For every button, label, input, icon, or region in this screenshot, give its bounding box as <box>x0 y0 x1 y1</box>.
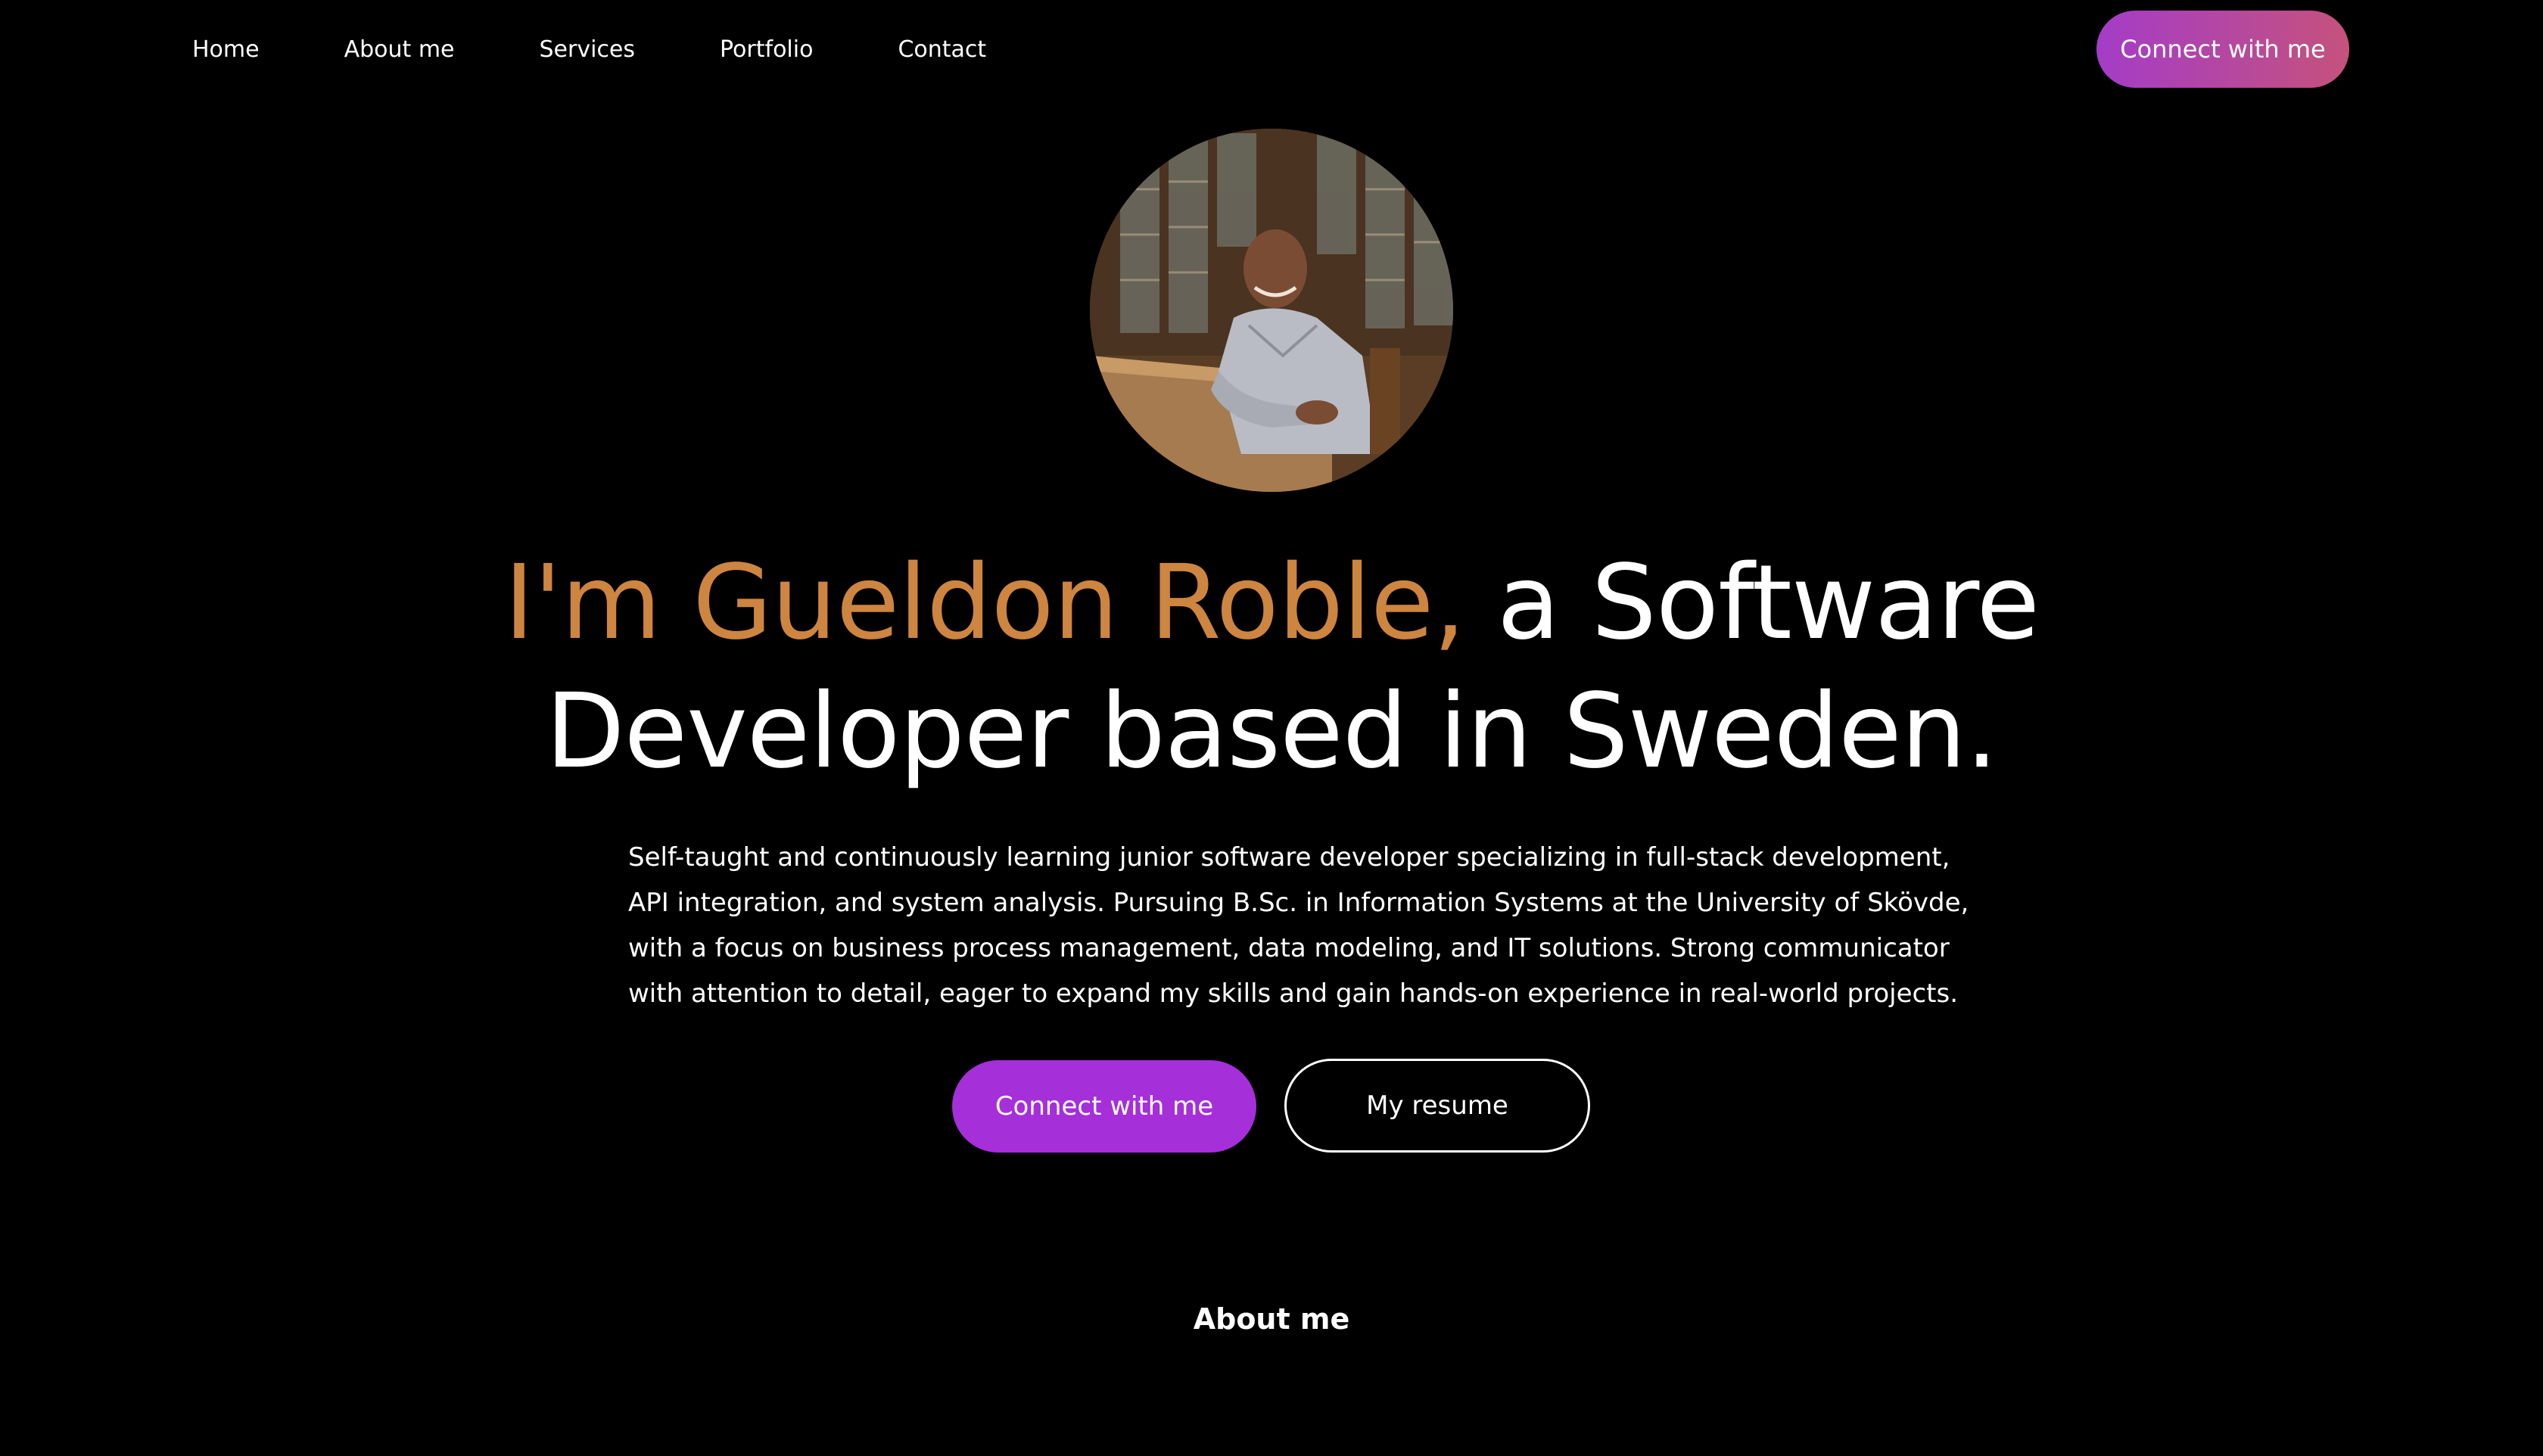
hero-description-line: API integration, and system analysis. Pu… <box>628 888 1969 918</box>
hero-connect-button[interactable]: Connect with me <box>952 1060 1256 1153</box>
nav-link-contact[interactable]: Contact <box>898 33 986 67</box>
nav-link-portfolio[interactable]: Portfolio <box>720 33 813 67</box>
nav-link-about[interactable]: About me <box>344 33 455 67</box>
hero-headline-line-1: I'm Gueldon Roble, a Software <box>439 539 2104 667</box>
portfolio-page: Home About me Services Portfolio Contact… <box>0 0 2543 1456</box>
hero-headline-line-2: Developer based in Sweden. <box>545 672 1998 792</box>
hero-description-line: Self-taught and continuously learning ju… <box>628 842 1950 873</box>
hero-headline-role: a Software <box>1464 543 2040 663</box>
resume-button[interactable]: My resume <box>1284 1059 1590 1153</box>
hero-description: Self-taught and continuously learning ju… <box>628 835 1969 1016</box>
nav-link-services[interactable]: Services <box>540 33 636 67</box>
hero-description-line: with a focus on business process managem… <box>628 933 1950 963</box>
hero-headline-name: I'm Gueldon Roble, <box>503 543 1466 663</box>
profile-avatar <box>1090 129 1453 492</box>
top-navigation: Home About me Services Portfolio Contact… <box>0 0 2543 98</box>
nav-connect-button[interactable]: Connect with me <box>2096 11 2349 88</box>
about-section-title: About me <box>1193 1302 1350 1336</box>
nav-links: Home About me Services Portfolio Contact <box>192 33 986 67</box>
hero-description-line: with attention to detail, eager to expan… <box>628 978 1959 1009</box>
hero-headline: I'm Gueldon Roble, a Software Developer … <box>439 539 2104 796</box>
profile-photo-icon <box>1090 129 1453 492</box>
nav-link-home[interactable]: Home <box>192 33 260 67</box>
